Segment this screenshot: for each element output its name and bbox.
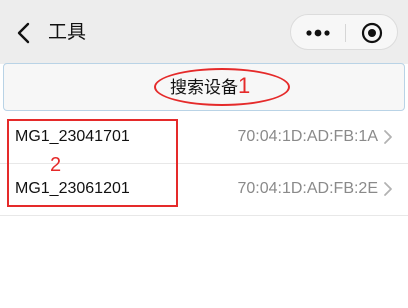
device-name: MG1_23061201 bbox=[15, 180, 130, 197]
page-title: 工具 bbox=[48, 21, 87, 43]
search-devices-label: 搜索设备 bbox=[170, 78, 238, 98]
device-row[interactable]: MG1_23061201 70:04:1D:AD:FB:2E bbox=[0, 164, 408, 216]
device-list: MG1_23041701 70:04:1D:AD:FB:1A MG1_23061… bbox=[0, 112, 408, 216]
device-mac-address: 70:04:1D:AD:FB:1A bbox=[237, 128, 378, 145]
annotation-number-2: 2 bbox=[50, 154, 62, 176]
chevron-right-icon bbox=[384, 130, 392, 144]
close-target-icon[interactable] bbox=[360, 21, 384, 45]
device-row[interactable]: MG1_23041701 70:04:1D:AD:FB:1A bbox=[0, 112, 408, 164]
device-mac-address: 70:04:1D:AD:FB:2E bbox=[237, 180, 378, 197]
more-dots-icon[interactable] bbox=[303, 25, 333, 41]
annotation-number-1: 1 bbox=[238, 73, 251, 98]
capsule-divider bbox=[345, 24, 346, 42]
chevron-right-icon bbox=[384, 182, 392, 196]
back-arrow-icon[interactable] bbox=[14, 21, 36, 45]
search-devices-button[interactable]: 搜索设备 bbox=[3, 63, 405, 111]
device-name: MG1_23041701 bbox=[15, 128, 130, 145]
navigation-bar: 工具 bbox=[0, 0, 408, 64]
mini-program-capsule bbox=[290, 14, 398, 50]
